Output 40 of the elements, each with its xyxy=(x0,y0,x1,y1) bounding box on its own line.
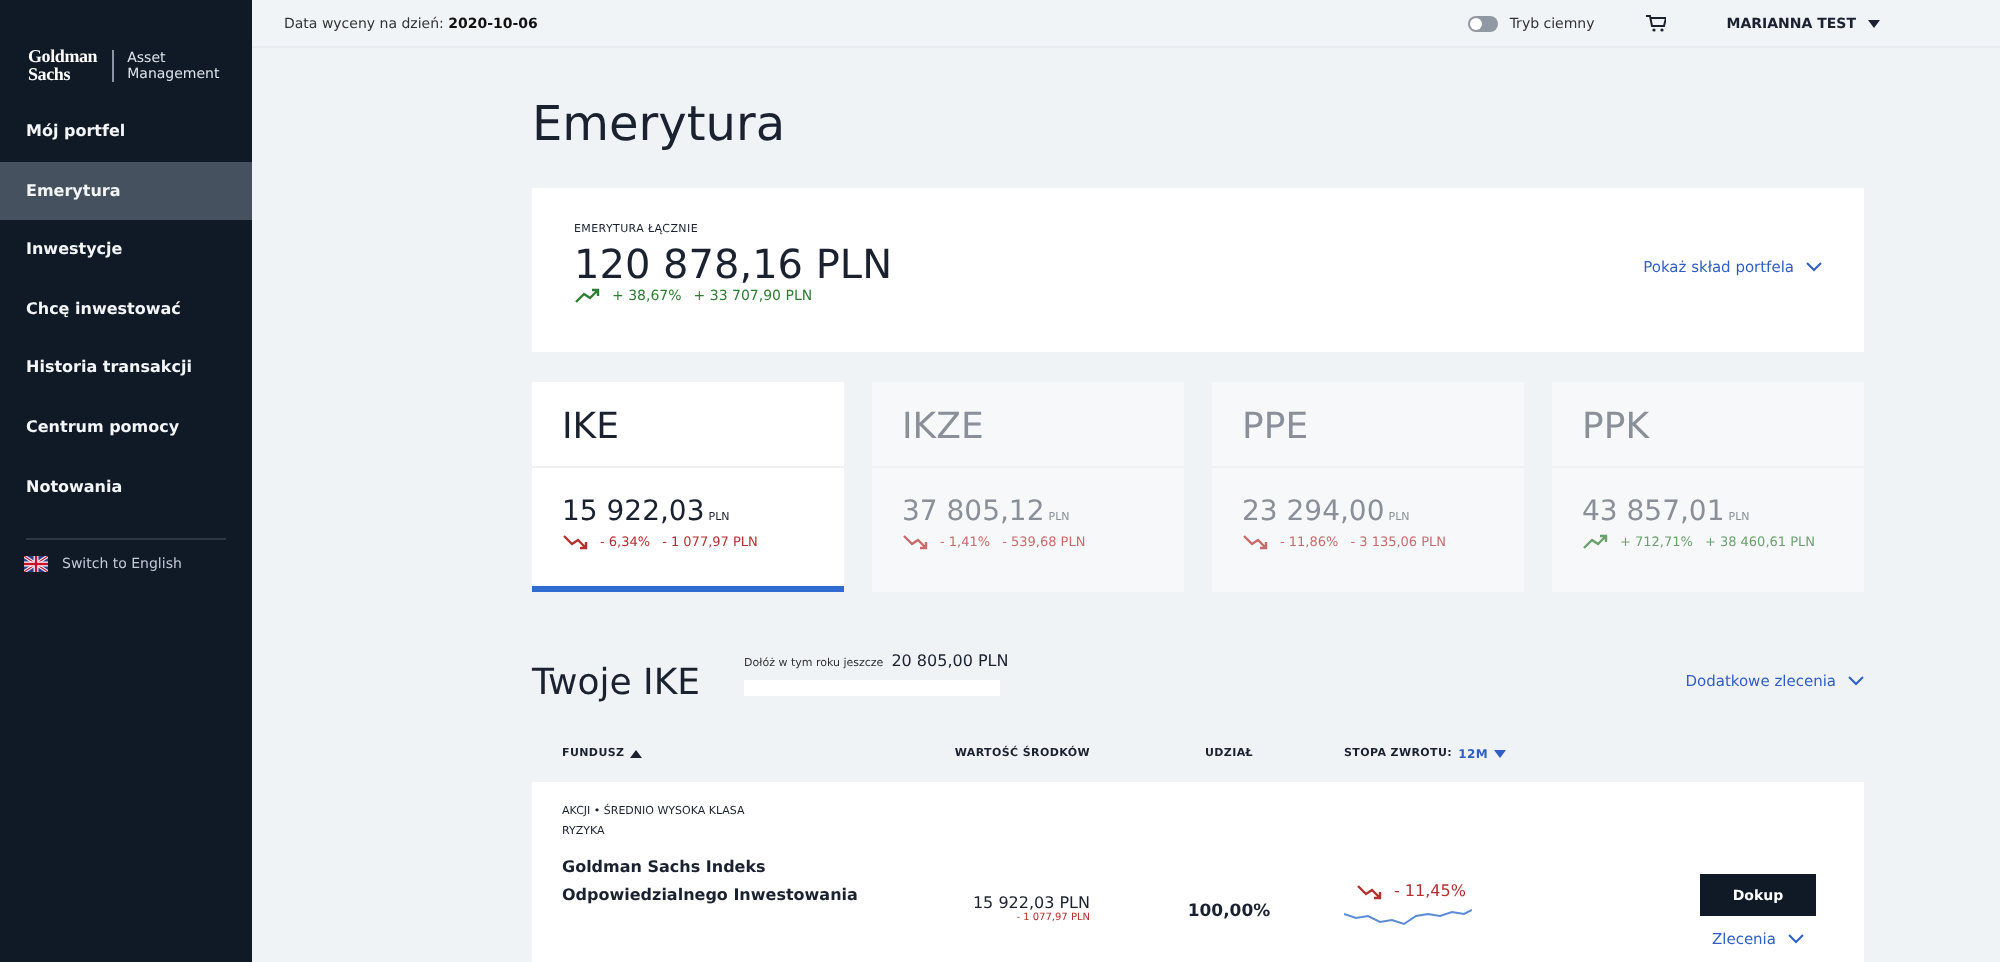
trend-down-icon xyxy=(902,534,928,550)
tab-label: IKE xyxy=(532,382,844,468)
flag-icon xyxy=(24,556,48,573)
fund-name[interactable]: Goldman Sachs Indeks Odpowiedzialnego Inwestowania xyxy=(562,854,862,910)
nav-item[interactable]: Inwestycje xyxy=(0,220,252,280)
chevron-down-icon xyxy=(1848,676,1864,686)
nav-item[interactable]: Historia transakcji xyxy=(0,338,252,398)
tab-amount: 15 922,03 xyxy=(562,496,705,528)
tab-amount: 23 294,00 xyxy=(1242,496,1385,528)
tab-label: IKZE xyxy=(872,382,1184,468)
tab-label: PPE xyxy=(1212,382,1524,468)
nav-item[interactable]: Mój portfel xyxy=(0,102,252,162)
trend-down-icon xyxy=(1242,534,1268,550)
total-amount: 120 878,16 PLN xyxy=(574,240,893,288)
sparkline-chart xyxy=(1344,906,1472,930)
trend-down-icon xyxy=(1356,883,1382,899)
trend-up-icon xyxy=(574,288,600,304)
cart-icon[interactable] xyxy=(1646,14,1667,32)
caret-icon xyxy=(1494,750,1506,758)
chevron-down-icon xyxy=(1788,934,1804,944)
limit-value: 20 805,00 PLN xyxy=(891,652,1009,670)
page-title: Emerytura xyxy=(532,96,788,152)
caret-icon xyxy=(1868,19,1880,27)
return-rate: - 11,45% xyxy=(1394,882,1466,900)
trend-up-icon xyxy=(1582,534,1608,550)
sort-up-icon xyxy=(630,750,643,758)
trend-down-icon xyxy=(562,534,588,550)
brand-logo: Goldman Sachs xyxy=(28,47,98,83)
tab-amount: 37 805,12 xyxy=(902,496,1045,528)
fund-share: 100,00% xyxy=(1185,902,1273,922)
fund-value: 15 922,03 PLN xyxy=(970,894,1090,912)
tab-amount: 43 857,01 xyxy=(1582,496,1725,528)
nav-item[interactable]: Chcę inwestować xyxy=(0,279,252,339)
nav-item[interactable]: Centrum pomocy xyxy=(0,397,252,458)
chevron-down-icon xyxy=(1806,262,1822,272)
dark-mode-switch[interactable] xyxy=(1467,15,1498,31)
nav-item[interactable]: Notowania xyxy=(0,457,252,517)
section-title: Twoje IKE xyxy=(532,662,701,706)
tab-label: PPK xyxy=(1552,382,1864,468)
nav-item[interactable]: Emerytura xyxy=(0,161,252,221)
